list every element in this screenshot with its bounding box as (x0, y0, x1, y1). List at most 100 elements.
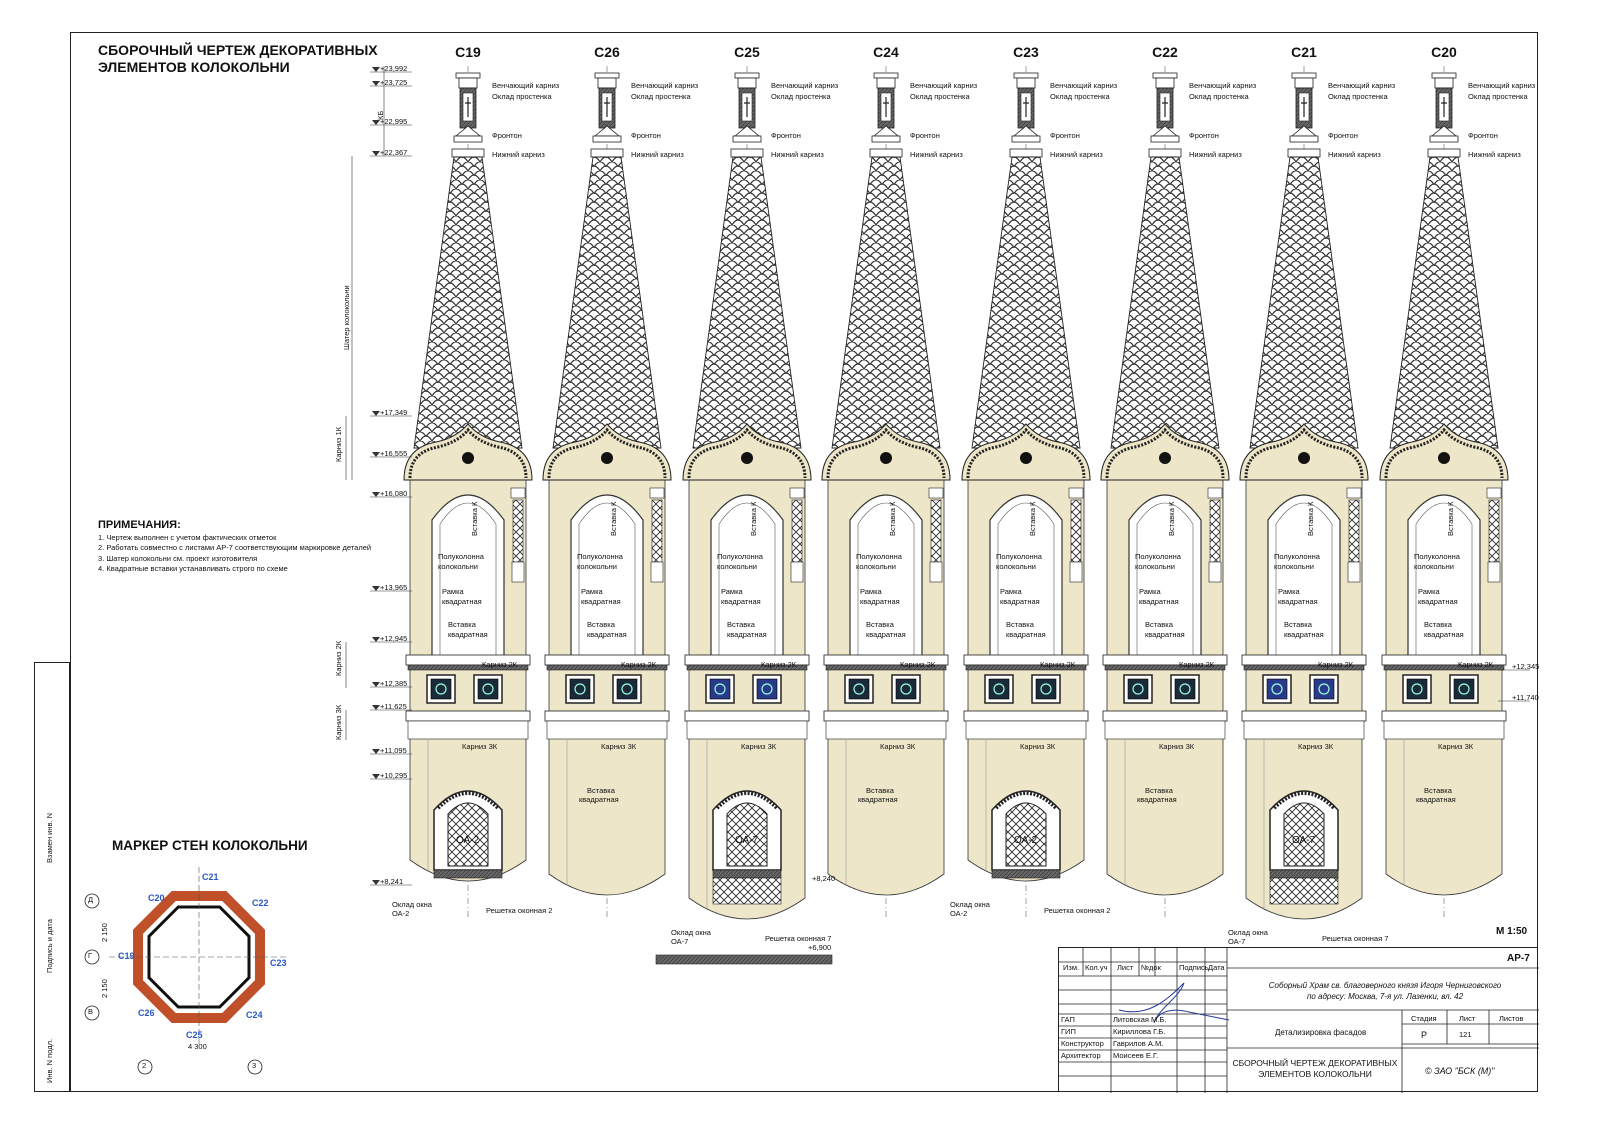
label-cornice-2k: Карниз 2К (1040, 660, 1076, 669)
finial-top (1155, 77, 1175, 89)
column-c23 (961, 66, 1091, 920)
label-cornice-3k: Карниз 3К (1438, 742, 1474, 751)
label-pediment: Фронтон (910, 131, 940, 140)
marker-side-c22: C22 (252, 898, 269, 908)
square-insert (569, 678, 591, 700)
pediment-base (1150, 135, 1180, 143)
label-insert-k: Вставка К (609, 501, 618, 536)
column-header-c23: C23 (1013, 44, 1039, 60)
marker-title: МАРКЕР СТЕН КОЛОКОЛЬНИ (112, 838, 308, 853)
column-header-c25: C25 (734, 44, 760, 60)
half-column-shaft (651, 499, 663, 563)
level-l11: +11,625 (380, 702, 407, 711)
label-pediment: Фронтон (631, 131, 661, 140)
note-item: 2. Работать совместно с листами АР-7 соо… (98, 543, 372, 552)
marker-dim-width: 4 300 (188, 1042, 207, 1051)
label-half-column-2: колокольни (996, 562, 1036, 571)
lower-cornice (1427, 148, 1461, 158)
spire-tiles (1249, 156, 1359, 449)
tb-h-izm: Изм. (1063, 963, 1080, 972)
label-half-column: Полуколонна (438, 552, 484, 561)
pediment-base (1011, 135, 1041, 143)
label-insert-square-2: квадратная (587, 630, 627, 639)
label-insert-square-2: квадратная (1145, 630, 1185, 639)
lower-cornice (1287, 148, 1321, 158)
level-mark (372, 682, 380, 687)
label-window-casing: Оклад окна (950, 900, 990, 909)
label-frame: Рамка (1139, 587, 1161, 596)
label-insert-lower: Вставка (866, 786, 894, 795)
window-mark: ОА-7 (1292, 835, 1316, 846)
level-mark (372, 67, 380, 72)
label-frame: Рамка (721, 587, 743, 596)
round-insert (1020, 452, 1032, 464)
label-cornice-2k: Карниз 2К (621, 660, 657, 669)
notes: ПРИМЕЧАНИЯ: 1. Чертеж выполнен с учетом … (98, 520, 371, 575)
dim-k3: Карниз 3К (334, 704, 343, 740)
window-sill (433, 869, 503, 879)
cornice-3k-profile (965, 720, 1087, 740)
cornice-3k-profile (686, 720, 808, 740)
label-cornice-top: Венчающий карниз (1050, 81, 1118, 90)
label-insert-square: Вставка (1145, 620, 1173, 629)
label-insert-square: Вставка (448, 620, 476, 629)
tb-role: ГИП (1061, 1027, 1076, 1036)
label-lower-cornice: Нижний карниз (492, 150, 545, 159)
square-insert (1406, 678, 1428, 700)
window-apron (712, 877, 782, 905)
label-cornice-top: Венчающий карниз (1468, 81, 1536, 90)
level-l7: +16,080 (380, 489, 408, 498)
window-apron (1269, 877, 1339, 905)
level-mark (372, 452, 380, 457)
label-cornice-3k: Карниз 3К (1298, 742, 1334, 751)
pediment (1290, 125, 1318, 137)
label-insert-lower-2: квадратная (579, 795, 619, 804)
cornice-3k (1381, 710, 1507, 722)
label-cornice-2k: Карниз 2К (1179, 660, 1215, 669)
label-wall-cladding: Оклад простенка (1189, 92, 1249, 101)
label-frame-2: квадратная (1418, 597, 1458, 606)
tb-h-list: Лист (1117, 963, 1134, 972)
column-header-c22: C22 (1152, 44, 1178, 60)
label-cornice-top: Венчающий карниз (1189, 81, 1257, 90)
half-column-capital (1346, 487, 1362, 499)
half-column-capital (928, 487, 944, 499)
label-frame: Рамка (442, 587, 464, 596)
round-insert (1159, 452, 1171, 464)
tb-h-doc: №док (1141, 963, 1161, 972)
label-cornice-top: Венчающий карниз (1328, 81, 1396, 90)
level-l8: +13,965 (380, 583, 408, 592)
label-cornice-2k: Карниз 2К (482, 660, 518, 669)
spire-tiles (413, 156, 523, 449)
square-insert (1035, 678, 1057, 700)
square-insert (988, 678, 1010, 700)
label-frame: Рамка (1418, 587, 1440, 596)
label-cornice-2k: Карниз 2К (761, 660, 797, 669)
half-column-shaft (930, 499, 942, 563)
finial-cornice (734, 72, 760, 79)
cornice-3k-profile (1243, 720, 1365, 740)
level-mark (372, 749, 380, 754)
tb-name: Литовская М.Б. (1113, 1015, 1167, 1024)
label-wall-cladding: Оклад простенка (1468, 92, 1528, 101)
tb-role: Конструктор (1061, 1039, 1104, 1048)
level-l9: +12,945 (380, 634, 408, 643)
label-half-column-2: колокольни (438, 562, 478, 571)
pediment-base (1429, 135, 1459, 143)
finial-cornice (594, 72, 620, 79)
tb-stage: Р (1421, 1030, 1428, 1040)
cornice-3k (963, 710, 1089, 722)
label-cornice-3k: Карниз 3К (1020, 742, 1056, 751)
cornice-3k-profile (1104, 720, 1226, 740)
scale-label: М 1:50 (1496, 926, 1528, 937)
label-insert-lower: Вставка (1424, 786, 1452, 795)
cornice-3k-profile (825, 720, 947, 740)
note-item: 3. Шатер колокольни см. проект изготовит… (98, 553, 258, 563)
level-l4: +22,367 (380, 148, 408, 157)
label-insert-k: Вставка К (470, 501, 479, 536)
finial-cornice (1152, 72, 1178, 79)
window-mark: ОА-7 (735, 835, 759, 846)
level-mark (372, 880, 380, 885)
label-frame-2: квадратная (442, 597, 482, 606)
column-header-c24: C24 (873, 44, 899, 60)
